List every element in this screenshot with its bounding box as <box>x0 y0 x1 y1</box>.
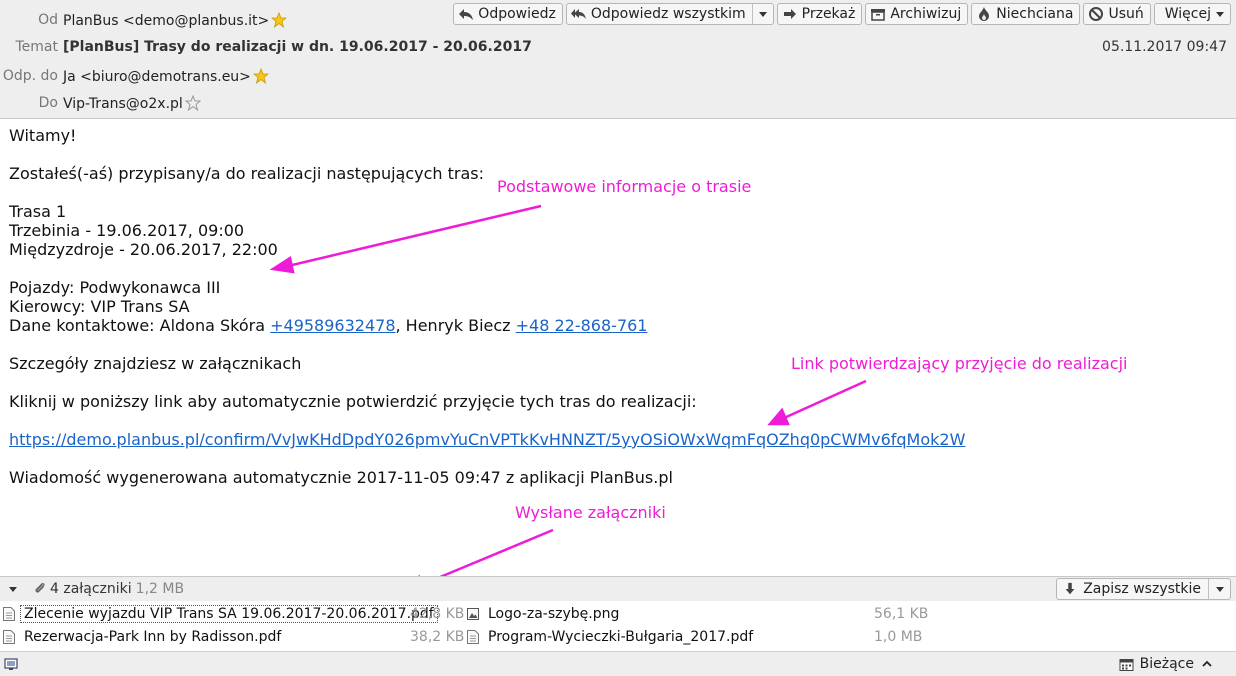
vehicles-line: Pojazdy: Podwykonawca III <box>9 278 221 297</box>
message-header: Od PlanBus <demo@planbus.it> Temat [Plan… <box>0 0 1236 119</box>
today-pane-toggle[interactable]: Bieżące <box>1119 656 1212 672</box>
message-toolbar: Odpowiedz Odpowiedz wszystkim Przekaż Ar… <box>453 3 1231 25</box>
reply-all-button[interactable]: Odpowiedz wszystkim <box>565 3 774 25</box>
delete-icon <box>1089 7 1104 21</box>
annotation-route-info: Podstawowe informacje o trasie <box>497 177 752 196</box>
reply-icon <box>459 9 474 20</box>
junk-button[interactable]: Niechciana <box>971 3 1081 25</box>
save-all-button[interactable]: Zapisz wszystkie <box>1056 578 1231 600</box>
junk-label: Niechciana <box>996 6 1074 22</box>
to-value[interactable]: Vip-Trans@o2x.pl <box>63 95 201 112</box>
attachment-size: 1,0 MB <box>874 629 923 645</box>
route-title: Trasa 1 <box>9 202 67 221</box>
attachment-size: 56,1 KB <box>874 606 929 622</box>
attachment-item[interactable]: Program-Wycieczki-Bułgaria_2017.pdf 1,0 … <box>467 626 922 648</box>
contact-mid: , Henryk Biecz <box>395 316 516 335</box>
pdf-file-icon <box>467 630 479 644</box>
collapse-toggle-icon[interactable] <box>9 587 17 592</box>
reply-label: Odpowiedz <box>478 6 556 22</box>
flame-icon <box>979 7 990 21</box>
attachments-count: 4 załączniki <box>50 581 132 597</box>
message-date: 05.11.2017 09:47 <box>1102 39 1227 55</box>
intro-text: Zostałeś(-aś) przypisany/a do realizacji… <box>9 164 484 183</box>
reply-all-label: Odpowiedz wszystkim <box>590 6 746 22</box>
archive-label: Archiwizuj <box>890 6 962 22</box>
subject-value: [PlanBus] Trasy do realizacji w dn. 19.0… <box>63 39 532 55</box>
from-label: Od <box>38 12 58 28</box>
from-address[interactable]: PlanBus <demo@planbus.it> <box>63 13 269 29</box>
divider <box>751 4 753 24</box>
status-bar: Bieżące <box>0 651 1236 676</box>
star-icon[interactable] <box>252 68 269 84</box>
more-button[interactable]: Więcej <box>1153 3 1231 25</box>
save-all-label: Zapisz wszystkie <box>1083 581 1201 597</box>
attachment-name: Zlecenie wyjazdu VIP Trans SA 19.06.2017… <box>20 605 438 623</box>
drivers-line: Kierowcy: VIP Trans SA <box>9 297 190 316</box>
attachment-item[interactable]: Zlecenie wyjazdu VIP Trans SA 19.06.2017… <box>3 603 464 625</box>
image-file-icon <box>467 608 479 620</box>
today-label: Bieżące <box>1139 656 1194 672</box>
forward-button[interactable]: Przekaż <box>776 3 863 25</box>
reply-to-address[interactable]: Ja <biuro@demotrans.eu> <box>63 69 251 85</box>
greeting: Witamy! <box>9 126 77 145</box>
reply-button[interactable]: Odpowiedz <box>453 3 563 25</box>
chevron-down-icon[interactable] <box>758 11 767 17</box>
confirm-link[interactable]: https://demo.planbus.pl/confirm/VvJwKHdD… <box>9 430 965 449</box>
archive-button[interactable]: Archiwizuj <box>865 3 969 25</box>
chevron-down-icon <box>1216 11 1224 17</box>
annotation-attachments: Wysłane załączniki <box>515 503 666 522</box>
reply-to-value[interactable]: Ja <biuro@demotrans.eu> <box>63 68 269 85</box>
star-outline-icon[interactable] <box>184 95 201 111</box>
route-from: Trzebinia - 19.06.2017, 09:00 <box>9 221 245 240</box>
message-body: Witamy! Zostałeś(-aś) przypisany/a do re… <box>9 126 965 487</box>
attachment-item[interactable]: Rezerwacja-Park Inn by Radisson.pdf 38,2… <box>3 626 464 648</box>
route-to: Międzyzdroje - 20.06.2017, 22:00 <box>9 240 278 259</box>
attachment-item[interactable]: Logo-za-szybę.png 56,1 KB <box>467 603 928 625</box>
paperclip-icon <box>35 583 45 593</box>
connection-status-icon[interactable] <box>4 657 18 671</box>
reply-all-icon <box>570 9 586 19</box>
attachment-size: 38,2 KB <box>410 629 465 645</box>
attachments-summary[interactable]: 4 załączniki 1,2 MB <box>33 581 184 597</box>
more-label: Więcej <box>1164 6 1211 22</box>
from-value[interactable]: PlanBus <demo@planbus.it> <box>63 12 288 29</box>
attachments-size: 1,2 MB <box>135 581 185 597</box>
forward-label: Przekaż <box>801 6 856 22</box>
pdf-file-icon <box>3 607 15 621</box>
to-label: Do <box>38 95 58 111</box>
delete-button[interactable]: Usuń <box>1083 3 1151 25</box>
chevron-up-icon <box>1202 660 1212 667</box>
delete-label: Usuń <box>1108 6 1144 22</box>
reply-to-label: Odp. do <box>2 68 58 84</box>
pdf-file-icon <box>3 630 15 644</box>
attachments-list: Zlecenie wyjazdu VIP Trans SA 19.06.2017… <box>0 601 1236 649</box>
chevron-down-icon[interactable] <box>1216 586 1224 592</box>
star-icon[interactable] <box>271 12 288 28</box>
forward-icon <box>783 9 796 19</box>
subject-label: Temat <box>15 39 59 55</box>
footer-text: Wiadomość wygenerowana automatycznie 201… <box>9 468 673 487</box>
annotation-confirm-link: Link potwierdzający przyjęcie do realiza… <box>791 354 1128 373</box>
contact-prefix: Dane kontaktowe: Aldona Skóra <box>9 316 271 335</box>
attachment-name: Program-Wycieczki-Bułgaria_2017.pdf <box>488 629 754 645</box>
calendar-icon <box>1119 658 1134 671</box>
attachment-name: Rezerwacja-Park Inn by Radisson.pdf <box>24 629 282 645</box>
attachments-bar: 4 załączniki 1,2 MB Zapisz wszystkie <box>0 576 1236 601</box>
phone-link[interactable]: +48 22-868-761 <box>516 316 648 335</box>
confirm-text: Kliknij w poniższy link aby automatyczni… <box>9 392 697 411</box>
download-icon <box>1065 582 1075 595</box>
to-address[interactable]: Vip-Trans@o2x.pl <box>63 96 183 112</box>
phone-link[interactable]: +49589632478 <box>270 316 395 335</box>
attachment-size: 42,8 KB <box>410 606 465 622</box>
attachment-name: Logo-za-szybę.png <box>488 606 620 622</box>
contact-line: Dane kontaktowe: Aldona Skóra +495896324… <box>9 316 965 335</box>
archive-icon <box>871 9 886 21</box>
